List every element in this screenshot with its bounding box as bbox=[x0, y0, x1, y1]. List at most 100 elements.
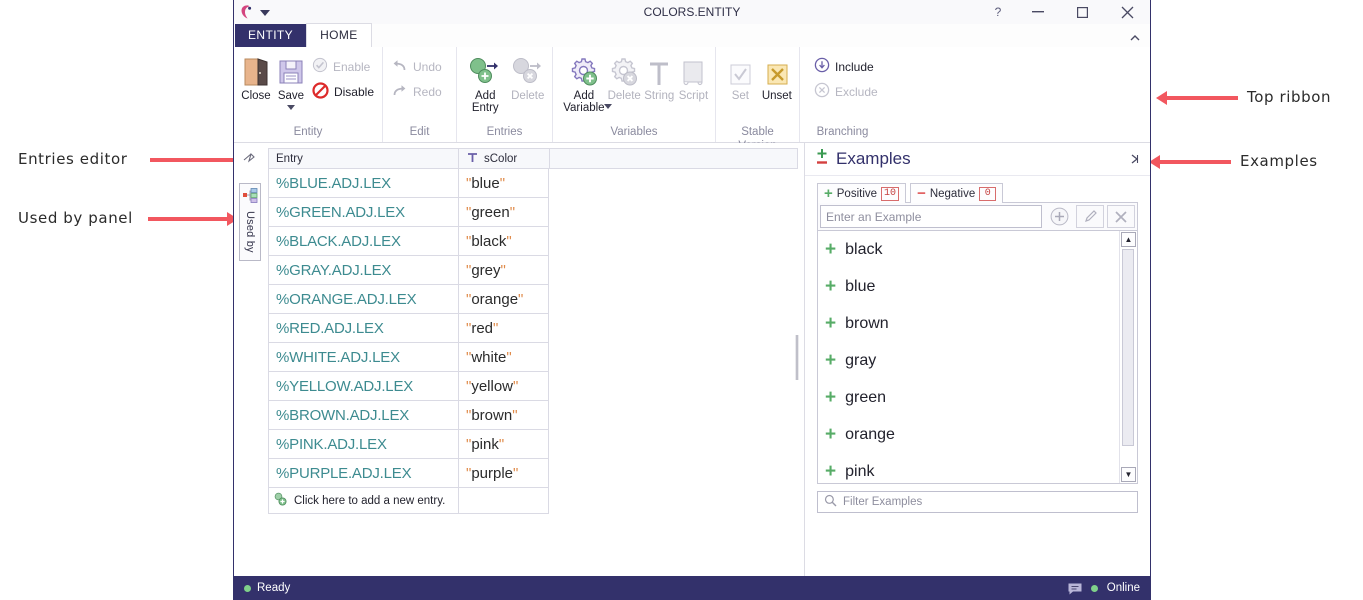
list-item[interactable]: + brown bbox=[818, 305, 1137, 342]
script-variable-button-label: Script bbox=[678, 90, 709, 102]
negative-count-badge: 0 bbox=[979, 186, 997, 201]
splitter-grip[interactable] bbox=[795, 335, 799, 380]
close-button-ribbon[interactable]: Close bbox=[239, 52, 273, 102]
disable-button[interactable]: Disable bbox=[309, 79, 377, 104]
list-item[interactable]: + gray bbox=[818, 342, 1137, 379]
add-example-button[interactable] bbox=[1045, 205, 1073, 228]
entry-value[interactable]: " yellow " bbox=[458, 372, 549, 401]
entry-value[interactable]: " green " bbox=[458, 198, 549, 227]
entry-value[interactable]: " red " bbox=[458, 314, 549, 343]
entry-name[interactable]: %PURPLE.ADJ.LEX bbox=[268, 459, 458, 488]
entry-name[interactable]: %BLACK.ADJ.LEX bbox=[268, 227, 458, 256]
expand-right-icon[interactable] bbox=[1128, 152, 1142, 166]
entry-name[interactable]: %GRAY.ADJ.LEX bbox=[268, 256, 458, 285]
examples-list[interactable]: + black + blue + brown + gray + green + … bbox=[817, 231, 1138, 484]
column-header-empty[interactable] bbox=[550, 149, 798, 168]
list-item[interactable]: + pink bbox=[818, 453, 1137, 483]
list-item[interactable]: + orange bbox=[818, 416, 1137, 453]
table-row[interactable]: %YELLOW.ADJ.LEX " yellow " bbox=[268, 372, 798, 401]
redo-arrow-icon bbox=[391, 83, 408, 101]
entry-name[interactable]: %WHITE.ADJ.LEX bbox=[268, 343, 458, 372]
string-variable-button[interactable]: String bbox=[644, 52, 675, 102]
list-item[interactable]: + black bbox=[818, 231, 1137, 268]
scroll-down-button[interactable]: ▼ bbox=[1121, 467, 1136, 482]
undo-button[interactable]: Undo bbox=[388, 54, 445, 79]
table-row[interactable]: %GRAY.ADJ.LEX " grey " bbox=[268, 256, 798, 285]
entry-value[interactable]: " black " bbox=[458, 227, 549, 256]
entry-name[interactable]: %GREEN.ADJ.LEX bbox=[268, 198, 458, 227]
table-row[interactable]: %PURPLE.ADJ.LEX " purple " bbox=[268, 459, 798, 488]
scrollbar-thumb[interactable] bbox=[1122, 249, 1134, 446]
entry-value[interactable]: " orange " bbox=[458, 285, 549, 314]
table-row[interactable]: %WHITE.ADJ.LEX " white " bbox=[268, 343, 798, 372]
table-row[interactable]: %ORANGE.ADJ.LEX " orange " bbox=[268, 285, 798, 314]
add-new-entry-row[interactable]: Click here to add a new entry. bbox=[268, 488, 798, 514]
tab-home[interactable]: HOME bbox=[306, 23, 372, 47]
entry-name[interactable]: %YELLOW.ADJ.LEX bbox=[268, 372, 458, 401]
column-header-scolor[interactable]: sColor bbox=[459, 149, 550, 168]
entry-value[interactable]: " white " bbox=[458, 343, 549, 372]
entries-grid-body: %BLUE.ADJ.LEX " blue " %GREEN.ADJ.LEX " gre… bbox=[268, 169, 798, 488]
used-by-panel-tab[interactable]: Used by bbox=[239, 183, 261, 261]
delete-example-button[interactable] bbox=[1107, 205, 1135, 228]
entry-name[interactable]: %ORANGE.ADJ.LEX bbox=[268, 285, 458, 314]
include-button[interactable]: Include bbox=[811, 54, 881, 79]
save-dropdown-caret-icon[interactable] bbox=[286, 105, 295, 110]
list-item[interactable]: + blue bbox=[818, 268, 1137, 305]
add-new-entry-value-cell[interactable] bbox=[458, 488, 549, 514]
tab-negative-examples[interactable]: − Negative 0 bbox=[910, 183, 1004, 203]
add-node-icon bbox=[468, 54, 502, 88]
ribbon-group-edit-caption: Edit bbox=[409, 126, 430, 138]
unset-stable-version-button[interactable]: Unset bbox=[760, 52, 794, 102]
entry-value[interactable]: " purple " bbox=[458, 459, 549, 488]
add-variable-dropdown-caret-icon[interactable] bbox=[603, 104, 612, 109]
entry-value[interactable]: " blue " bbox=[458, 169, 549, 198]
example-input[interactable] bbox=[820, 205, 1042, 228]
chevron-up-icon[interactable] bbox=[1128, 31, 1142, 45]
pin-icon[interactable] bbox=[242, 151, 258, 165]
minimize-button[interactable] bbox=[1015, 0, 1060, 24]
scroll-up-button[interactable]: ▲ bbox=[1121, 232, 1136, 247]
set-stable-version-button[interactable]: Set bbox=[725, 52, 756, 102]
entry-value[interactable]: " brown " bbox=[458, 401, 549, 430]
script-variable-button[interactable]: Script bbox=[677, 52, 710, 102]
add-entry-button[interactable]: Add Entry bbox=[466, 52, 505, 114]
close-button[interactable] bbox=[1105, 0, 1150, 24]
list-item[interactable]: + green bbox=[818, 379, 1137, 416]
add-new-entry-cell[interactable]: Click here to add a new entry. bbox=[268, 488, 458, 514]
table-row[interactable]: %RED.ADJ.LEX " red " bbox=[268, 314, 798, 343]
tab-entity[interactable]: ENTITY bbox=[235, 24, 307, 47]
enable-button[interactable]: Enable bbox=[309, 54, 377, 79]
delete-variable-button[interactable]: Delete bbox=[607, 52, 642, 102]
table-row[interactable]: %BLACK.ADJ.LEX " black " bbox=[268, 227, 798, 256]
entry-value[interactable]: " pink " bbox=[458, 430, 549, 459]
table-row[interactable]: %BROWN.ADJ.LEX " brown " bbox=[268, 401, 798, 430]
chat-bubble-icon[interactable] bbox=[1067, 582, 1082, 595]
undo-button-label: Undo bbox=[413, 59, 442, 74]
save-button[interactable]: Save bbox=[274, 52, 308, 110]
help-button[interactable]: ? bbox=[981, 0, 1015, 24]
add-variable-button[interactable]: Add Variable bbox=[563, 52, 612, 122]
tab-positive-examples[interactable]: + Positive 10 bbox=[817, 183, 907, 203]
table-row[interactable]: %GREEN.ADJ.LEX " green " bbox=[268, 198, 798, 227]
entry-name[interactable]: %BROWN.ADJ.LEX bbox=[268, 401, 458, 430]
entry-value[interactable]: " grey " bbox=[458, 256, 549, 285]
entry-name[interactable]: %RED.ADJ.LEX bbox=[268, 314, 458, 343]
edit-example-button[interactable] bbox=[1076, 205, 1104, 228]
entry-name[interactable]: %BLUE.ADJ.LEX bbox=[268, 169, 458, 198]
delete-entry-button[interactable]: Delete bbox=[509, 52, 548, 102]
table-row[interactable]: %PINK.ADJ.LEX " pink " bbox=[268, 430, 798, 459]
annotation-examples: Examples bbox=[1240, 152, 1318, 170]
column-header-entry[interactable]: Entry bbox=[269, 149, 459, 168]
examples-list-scrollbar[interactable]: ▲ ▼ bbox=[1119, 231, 1137, 483]
entry-name[interactable]: %PINK.ADJ.LEX bbox=[268, 430, 458, 459]
exclude-button[interactable]: Exclude bbox=[811, 79, 881, 104]
script-scroll-icon bbox=[679, 54, 707, 88]
table-row[interactable]: %BLUE.ADJ.LEX " blue " bbox=[268, 169, 798, 198]
entries-editor: Entry sColor %BLUE.ADJ.LEX " blue " %GRE… bbox=[268, 143, 798, 577]
ribbon-tab-strip: ENTITY HOME bbox=[234, 23, 1150, 47]
filter-examples-field[interactable]: Filter Examples bbox=[817, 491, 1138, 513]
panel-splitter[interactable] bbox=[790, 143, 804, 577]
redo-button[interactable]: Redo bbox=[388, 79, 445, 104]
maximize-button[interactable] bbox=[1060, 0, 1105, 24]
